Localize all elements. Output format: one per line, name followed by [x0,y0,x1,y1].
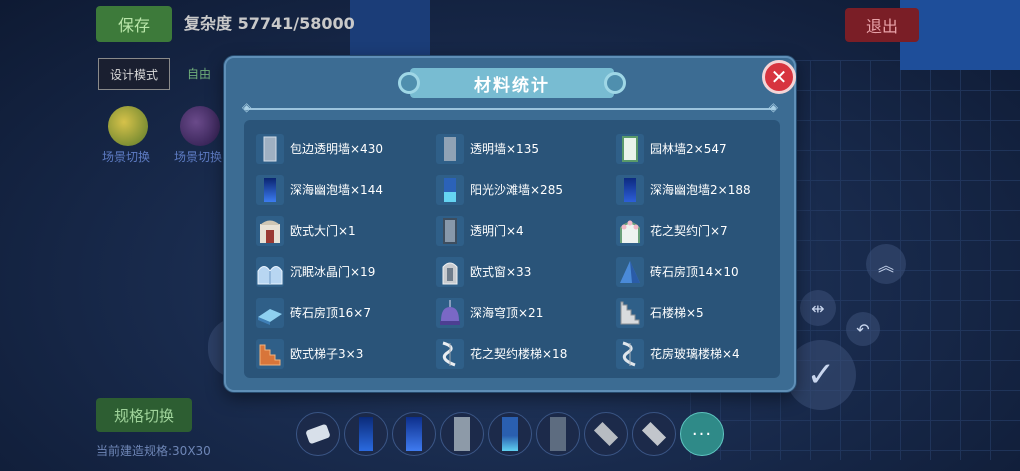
material-label: 砖石房顶16×7 [290,306,371,320]
clear-wall-icon [436,133,464,164]
material-label: 花之契约楼梯×18 [470,347,568,361]
roof-icon [616,256,644,287]
material-label: 透明墙×135 [470,142,539,156]
material-item: 花之契约楼梯×18 [436,333,616,374]
layer-up-icon[interactable]: ︽ [866,244,906,284]
hotbar-slot[interactable] [440,412,484,456]
hotbar-slot[interactable] [632,412,676,456]
flower-door-icon [616,215,644,246]
hotbar-slot[interactable] [584,412,628,456]
dialog-title: 材料统计 [474,75,550,96]
material-label: 沉眠冰晶门×19 [290,265,376,279]
deep-sea-wall-icon [256,174,284,205]
dialog-title-banner: 材料统计 [398,68,626,98]
material-stats-dialog: 材料统计 ✕ 包边透明墙×430 透明墙×135 园林墙2×547 深海幽泡墙×… [224,56,796,392]
hotbar: ··· [296,412,724,458]
title-divider [242,100,778,114]
clear-wall-icon [256,133,284,164]
material-item: 深海幽泡墙2×188 [616,169,796,210]
scene-switch-icon[interactable] [108,106,148,146]
material-item: 花之契约门×7 [616,210,796,251]
mirror-icon[interactable]: ⇹ [800,290,836,326]
beach-wall-icon [436,174,464,205]
material-item: 透明墙×135 [436,128,616,169]
spiral-stairs-icon [616,338,644,369]
material-label: 透明门×4 [470,224,524,238]
material-label: 阳光沙滩墙×285 [470,183,563,197]
floor-tile-icon [593,421,619,447]
eraser-icon [305,423,331,445]
undo-icon[interactable]: ↶ [846,312,880,346]
beach-wall-icon [502,417,518,451]
background-building [350,0,430,56]
material-label: 欧式梯子3×3 [290,347,364,361]
spec-switch-button[interactable]: 规格切换 [96,398,192,432]
euro-gate-icon [256,215,284,246]
material-item: 包边透明墙×430 [256,128,436,169]
hotbar-more-button[interactable]: ··· [680,412,724,456]
clear-wall-icon [550,417,566,451]
hotbar-slot-eraser[interactable] [296,412,340,456]
deep-sea-wall-icon [616,174,644,205]
material-label: 园林墙2×547 [650,142,727,156]
material-item: 透明门×4 [436,210,616,251]
clear-door-icon [436,215,464,246]
material-label: 花之契约门×7 [650,224,728,238]
clear-wall-icon [454,417,470,451]
material-label: 砖石房顶14×10 [650,265,739,279]
material-item: 园林墙2×547 [616,128,796,169]
material-label: 欧式窗×33 [470,265,532,279]
save-button[interactable]: 保存 [96,6,172,42]
night-switch-icon[interactable] [180,106,220,146]
hotbar-slot[interactable] [536,412,580,456]
material-item: 石楼梯×5 [616,292,796,333]
material-item: 深海穹顶×21 [436,292,616,333]
material-item: 阳光沙滩墙×285 [436,169,616,210]
material-item: 欧式窗×33 [436,251,616,292]
stone-stairs-icon [616,297,644,328]
hotbar-slot[interactable] [344,412,388,456]
material-label: 深海幽泡墙2×188 [650,183,751,197]
flat-roof-icon [256,297,284,328]
material-item: 欧式梯子3×3 [256,333,436,374]
material-label: 深海幽泡墙×144 [290,183,383,197]
exit-button[interactable]: 退出 [845,8,919,42]
material-label: 包边透明墙×430 [290,142,383,156]
spiral-stairs-icon [436,338,464,369]
hotbar-slot[interactable] [392,412,436,456]
material-item: 深海幽泡墙×144 [256,169,436,210]
euro-window-icon [436,256,464,287]
close-button[interactable]: ✕ [762,60,796,94]
material-item: 沉眠冰晶门×19 [256,251,436,292]
dome-icon [436,297,464,328]
night-switch-caption: 场景切换 [174,150,223,164]
material-label: 深海穹顶×21 [470,306,544,320]
material-label: 欧式大门×1 [290,224,356,238]
material-item: 砖石房顶16×7 [256,292,436,333]
material-item: 花房玻璃楼梯×4 [616,333,796,374]
material-item: 砖石房顶14×10 [616,251,796,292]
material-list: 包边透明墙×430 透明墙×135 园林墙2×547 深海幽泡墙×144 阳光沙… [256,128,796,374]
material-label: 花房玻璃楼梯×4 [650,347,740,361]
material-label: 石楼梯×5 [650,306,704,320]
material-list-panel: 包边透明墙×430 透明墙×135 园林墙2×547 深海幽泡墙×144 阳光沙… [244,120,780,378]
floor-tile-icon [641,421,667,447]
ice-door-icon [256,256,284,287]
ladder-icon [256,338,284,369]
current-area-text: 当前建造规格:30X30 [96,444,211,458]
deep-sea-wall-icon [359,417,373,451]
free-mode-button[interactable]: 自由 [176,58,222,88]
confirm-icon[interactable]: ✓ [786,340,856,410]
design-mode-button[interactable]: 设计模式 [98,58,170,90]
hotbar-slot[interactable] [488,412,532,456]
scene-switch-caption: 场景切换 [102,150,151,164]
garden-wall-icon [616,133,644,164]
material-item: 欧式大门×1 [256,210,436,251]
complexity-text: 复杂度 57741/58000 [184,14,355,33]
deep-sea-wall-icon [406,417,422,451]
